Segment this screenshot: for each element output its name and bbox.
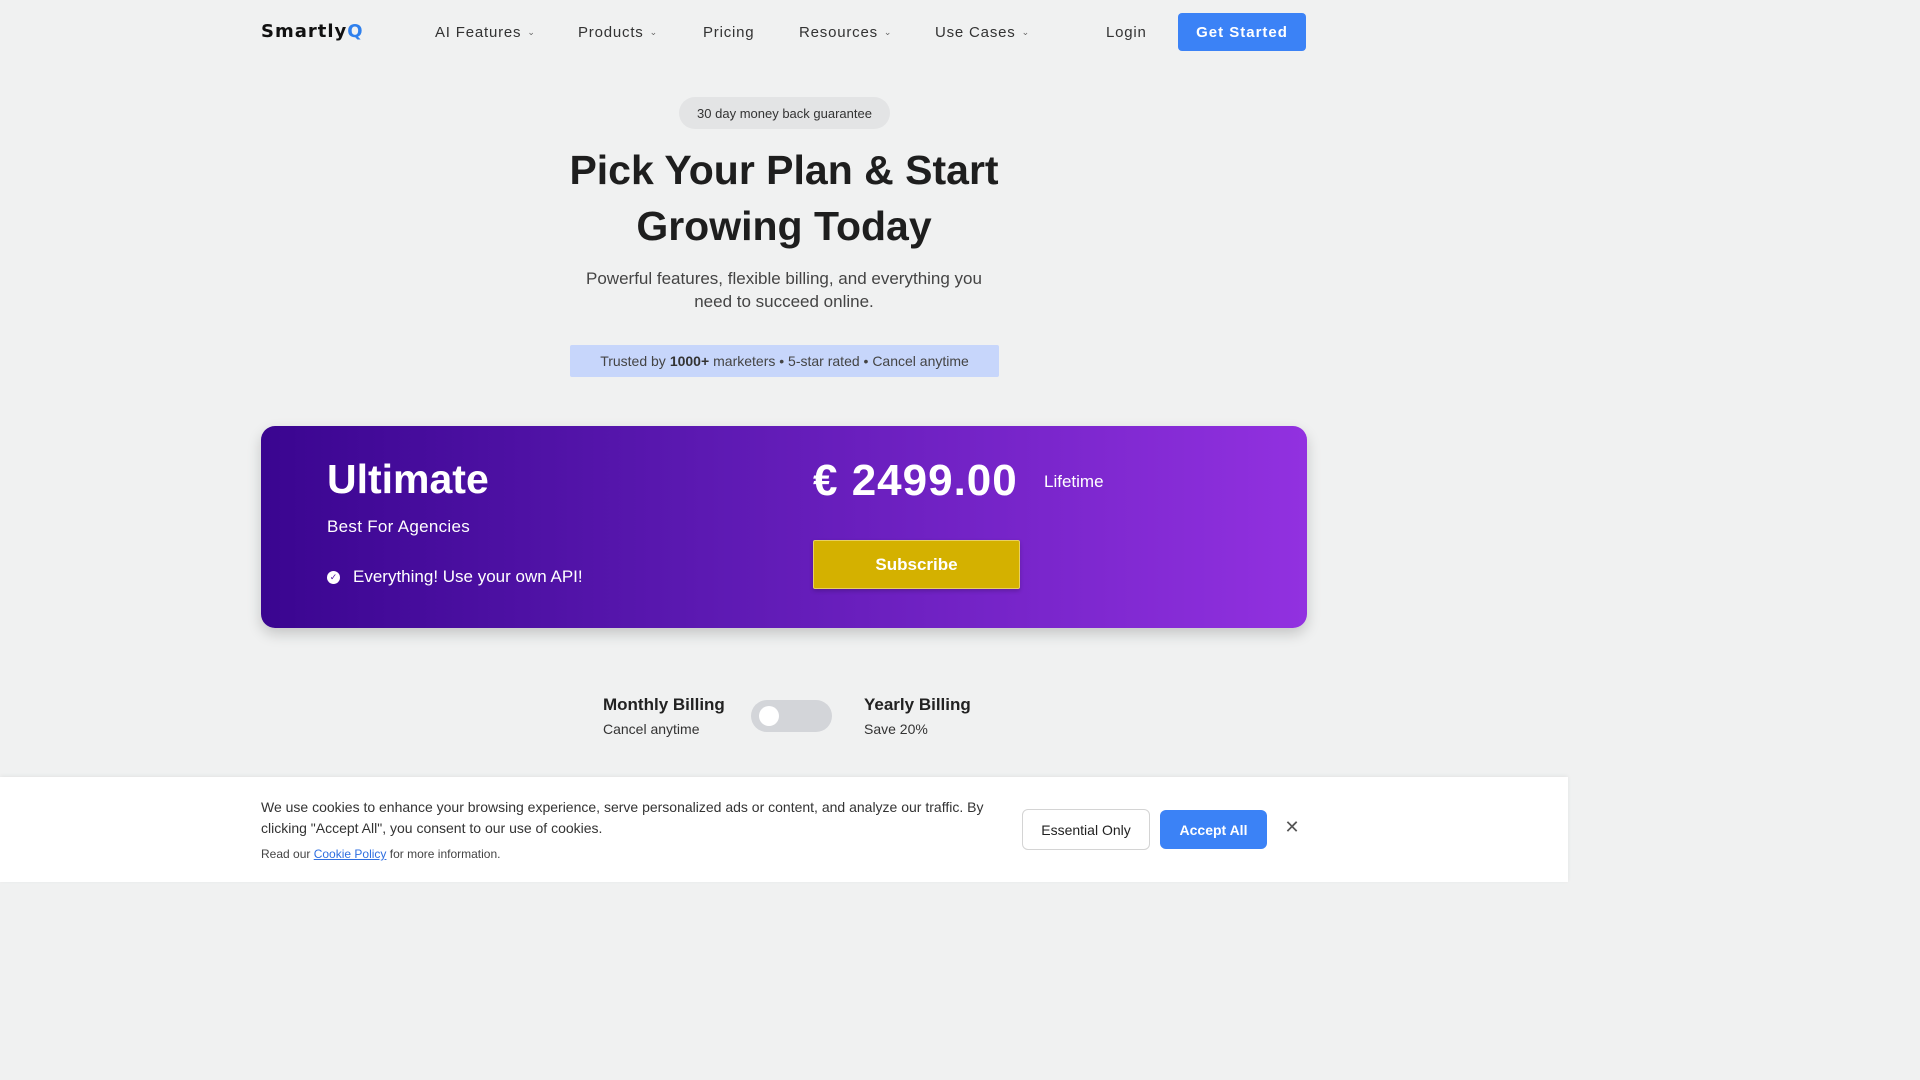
monthly-billing-subtitle: Cancel anytime (603, 721, 700, 737)
yearly-billing-title: Yearly Billing (864, 695, 971, 714)
logo[interactable]: SmartlyQ (261, 21, 364, 42)
accept-all-button[interactable]: Accept All (1160, 810, 1267, 849)
chevron-down-icon: ⌄ (883, 27, 893, 37)
chevron-down-icon: ⌄ (649, 27, 658, 37)
cookie-policy-note: Read our Cookie Policy for more informat… (261, 847, 500, 861)
chevron-down-icon: ⌄ (527, 27, 536, 37)
plan-tagline: Best For Agencies (327, 517, 471, 536)
nav-item-label: AI Features (435, 24, 522, 41)
nav-item-use-cases[interactable]: Use Cases ⌄ (935, 24, 1030, 41)
subtitle-line-2: need to succeed online. (694, 292, 874, 311)
logo-accent: Q (347, 21, 364, 42)
trust-prefix: Trusted by (600, 353, 666, 369)
nav-item-products[interactable]: Products ⌄ (578, 24, 658, 41)
toggle-knob (759, 706, 779, 726)
plan-price: € 2499.00 (813, 456, 1018, 505)
nav-item-label: Use Cases (935, 24, 1016, 41)
plan-name: Ultimate (327, 456, 489, 502)
nav-item-resources[interactable]: Resources ⌄ (799, 24, 892, 41)
logo-text: Smartly (261, 21, 348, 42)
nav-item-label: Products (578, 24, 644, 41)
hero-subtitle: Powerful features, flexible billing, and… (554, 267, 1014, 313)
essential-only-button[interactable]: Essential Only (1022, 809, 1150, 850)
plan-feature-label: Everything! Use your own API! (353, 567, 583, 586)
cookie-banner: We use cookies to enhance your browsing … (0, 777, 1568, 882)
title-line-2: Growing Today (636, 203, 932, 249)
title-line-1: Pick Your Plan & Start (569, 147, 999, 193)
get-started-button[interactable]: Get Started (1178, 13, 1306, 51)
chevron-down-icon: ⌄ (1021, 27, 1030, 37)
cookie-read-suffix: for more information. (389, 847, 501, 861)
nav-item-label: Pricing (703, 24, 755, 41)
nav-item-ai-features[interactable]: AI Features ⌄ (435, 24, 536, 41)
nav-item-pricing[interactable]: Pricing (703, 24, 754, 41)
subscribe-button[interactable]: Subscribe (813, 540, 1020, 589)
nav-item-label: Resources (799, 24, 878, 41)
top-nav: SmartlyQ AI Features ⌄ Products ⌄ Pricin… (0, 0, 1568, 66)
check-circle-icon: ✓ (327, 570, 340, 584)
trust-count: 1000+ (669, 353, 710, 369)
cookie-message: We use cookies to enhance your browsing … (261, 799, 984, 836)
subtitle-line-1: Powerful features, flexible billing, and… (586, 269, 982, 288)
yearly-billing-subtitle: Save 20% (864, 721, 928, 737)
plan-feature: ✓ Everything! Use your own API! (327, 567, 583, 587)
trust-banner: Trusted by 1000+ marketers • 5-star rate… (570, 345, 999, 377)
monthly-billing-title: Monthly Billing (603, 695, 725, 714)
trust-suffix: marketers • 5-star rated • Cancel anytim… (713, 353, 969, 369)
guarantee-badge: 30 day money back guarantee (679, 97, 890, 129)
plan-period: Lifetime (1044, 472, 1104, 491)
page-title: Pick Your Plan & Start Growing Today (534, 142, 1034, 254)
plan-card-ultimate: Ultimate Best For Agencies ✓ Everything!… (261, 426, 1307, 628)
close-icon[interactable]: ✕ (1284, 818, 1300, 836)
billing-toggle[interactable] (751, 700, 832, 732)
cookie-read-prefix: Read our (261, 847, 311, 861)
login-link[interactable]: Login (1106, 24, 1147, 41)
cookie-policy-link[interactable]: Cookie Policy (314, 847, 387, 861)
